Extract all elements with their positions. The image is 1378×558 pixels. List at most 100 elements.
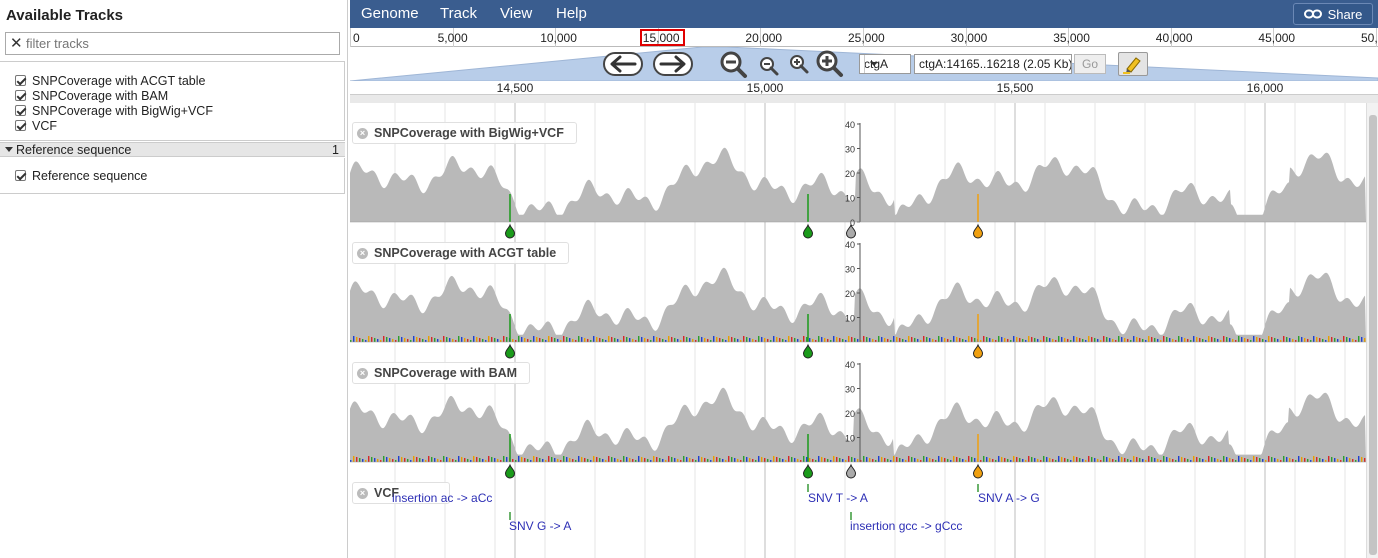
base-mismatch-tick — [1001, 337, 1003, 342]
tracks-canvas: 4030201004030201040302010 — [350, 103, 1366, 558]
base-mismatch-tick — [1349, 458, 1351, 462]
vcf-feature-label[interactable]: SNV T -> A — [808, 491, 868, 505]
refseq-select[interactable]: ctgA — [859, 54, 911, 74]
base-mismatch-tick — [959, 458, 961, 462]
base-mismatch-tick — [1169, 338, 1171, 342]
scale-ruler[interactable]: 14,500 15,000 15,500 16,000 — [350, 81, 1378, 95]
overview-location-highlight[interactable] — [640, 29, 685, 46]
zoom-out-big-icon[interactable] — [718, 50, 748, 80]
close-icon[interactable]: × — [357, 127, 368, 139]
base-mismatch-tick — [611, 457, 613, 462]
track-item[interactable]: SNPCoverage with ACGT table — [15, 73, 205, 88]
base-mismatch-tick — [761, 337, 763, 342]
track-item[interactable]: Reference sequence — [15, 168, 147, 183]
base-mismatch-tick — [392, 459, 394, 462]
base-mismatch-tick — [971, 457, 973, 462]
highlight-button[interactable] — [1118, 52, 1148, 76]
share-button[interactable]: Share — [1293, 3, 1373, 25]
base-mismatch-tick — [1349, 338, 1351, 342]
overview-tick-line — [350, 28, 351, 47]
base-mismatch-tick — [494, 338, 496, 342]
track-item[interactable]: SNPCoverage with BigWig+VCF — [15, 103, 213, 118]
base-mismatch-tick — [968, 456, 970, 462]
base-mismatch-tick — [512, 339, 514, 342]
base-mismatch-tick — [737, 339, 739, 342]
close-icon[interactable]: × — [357, 247, 368, 259]
base-mismatch-tick — [1253, 336, 1255, 342]
base-mismatch-tick — [569, 338, 571, 342]
close-icon[interactable]: × — [357, 487, 368, 499]
menu-track[interactable]: Track — [440, 5, 477, 22]
overview-tick-label: 35,000 — [1053, 31, 1090, 45]
base-mismatch-tick — [1211, 457, 1213, 462]
zoom-in-small-icon[interactable] — [788, 53, 810, 75]
track-checkbox[interactable] — [15, 170, 26, 181]
base-mismatch-tick — [1166, 337, 1168, 342]
base-mismatch-tick — [647, 459, 649, 462]
base-mismatch-tick — [668, 456, 670, 462]
snv-marker-icon — [972, 223, 984, 239]
category-header-reference-sequence[interactable]: Reference sequence 1 — [0, 142, 345, 157]
base-mismatch-tick — [794, 338, 796, 342]
base-mismatch-tick — [1283, 336, 1285, 342]
close-icon[interactable]: × — [357, 367, 368, 379]
base-mismatch-tick — [689, 458, 691, 462]
base-mismatch-tick — [803, 456, 805, 462]
base-mismatch-tick — [359, 338, 361, 342]
track-item[interactable]: SNPCoverage with BAM — [15, 88, 168, 103]
overview-tick-label: 45,000 — [1258, 31, 1296, 45]
filter-tracks-input[interactable] — [26, 35, 336, 52]
pan-left-button[interactable] — [603, 52, 643, 76]
base-mismatch-tick — [1052, 459, 1054, 462]
pan-right-button[interactable] — [653, 52, 693, 76]
base-mismatch-tick — [689, 338, 691, 342]
clear-filter-icon[interactable]: ✕ — [10, 35, 23, 52]
base-mismatch-tick — [1316, 337, 1318, 342]
base-mismatch-tick — [878, 456, 880, 462]
vcf-feature-label[interactable]: insertion gcc -> gCcc — [850, 519, 962, 533]
base-mismatch-tick — [827, 339, 829, 342]
base-mismatch-tick — [362, 459, 364, 462]
vertical-scrollbar[interactable] — [1366, 103, 1378, 558]
y-axis-label: 40 — [845, 120, 855, 130]
collapse-triangle-icon[interactable] — [5, 147, 13, 152]
vcf-feature-label[interactable]: insertion ac -> aCc — [392, 491, 492, 505]
base-mismatch-tick — [482, 459, 484, 462]
zoom-in-big-icon[interactable] — [814, 49, 844, 79]
base-mismatch-tick — [614, 458, 616, 462]
menu-help[interactable]: Help — [556, 5, 587, 22]
base-mismatch-tick — [692, 459, 694, 462]
menu-genome[interactable]: Genome — [361, 5, 419, 22]
base-mismatch-tick — [1304, 458, 1306, 462]
track-checkbox[interactable] — [15, 120, 26, 131]
base-mismatch-tick — [629, 338, 631, 342]
vcf-feature-label[interactable]: SNV A -> G — [978, 491, 1040, 505]
track-checkbox[interactable] — [15, 90, 26, 101]
chevron-down-icon[interactable] — [864, 55, 881, 73]
vcf-feature-label[interactable]: SNV G -> A — [509, 519, 571, 533]
tracks-pane[interactable]: 40 30 20 10 0 40 30 20 10 40 30 20 10 × SNPCoverage … — [350, 103, 1366, 558]
base-mismatch-tick — [773, 456, 775, 462]
base-mismatch-tick — [707, 459, 709, 462]
menu-view[interactable]: View — [500, 5, 532, 22]
base-mismatch-tick — [662, 339, 664, 342]
base-mismatch-tick — [992, 459, 994, 462]
scrollbar-thumb[interactable] — [1369, 115, 1377, 555]
location-input[interactable]: ctgA:14165..16218 (2.05 Kb) — [914, 54, 1072, 74]
ruler-label: 15,000 — [746, 81, 784, 95]
base-mismatch-tick — [1226, 457, 1228, 462]
base-mismatch-tick — [941, 457, 943, 462]
base-mismatch-tick — [518, 336, 520, 342]
base-mismatch-tick — [1238, 336, 1240, 342]
base-mismatch-tick — [902, 339, 904, 342]
base-mismatch-tick — [941, 337, 943, 342]
zoom-out-small-icon[interactable] — [758, 55, 780, 77]
track-item[interactable]: VCF — [15, 118, 57, 133]
track-checkbox[interactable] — [15, 75, 26, 86]
base-mismatch-tick — [1154, 338, 1156, 342]
base-mismatch-tick — [374, 338, 376, 342]
track-checkbox[interactable] — [15, 105, 26, 116]
base-mismatch-tick — [791, 337, 793, 342]
go-button[interactable]: Go — [1074, 54, 1106, 74]
overview-ruler[interactable]: 0 5,000 10,000 15,000 20,000 25,000 30,000 35,0… — [350, 28, 1378, 47]
